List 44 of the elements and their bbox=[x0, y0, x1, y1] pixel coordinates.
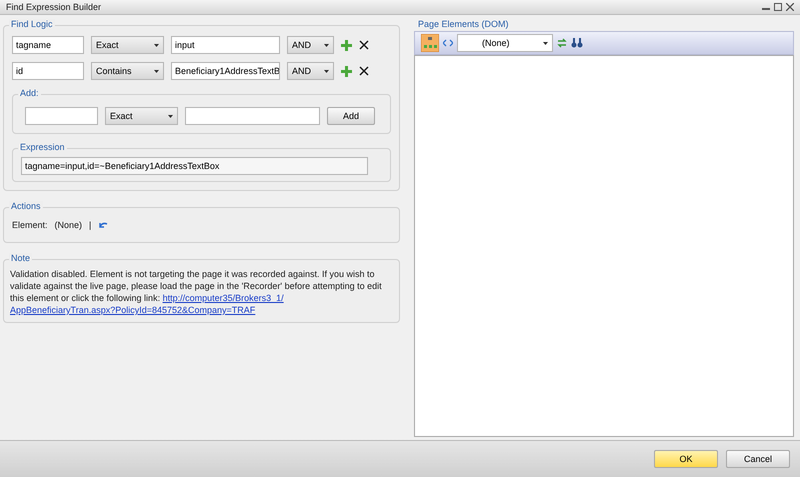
caret-icon bbox=[324, 70, 329, 72]
group-title: Actions bbox=[9, 201, 43, 211]
caret-icon bbox=[154, 70, 159, 72]
join-dropdown[interactable]: AND bbox=[287, 62, 334, 80]
ok-button[interactable]: OK bbox=[654, 450, 718, 468]
attribute-field[interactable] bbox=[25, 107, 98, 125]
group-title: Expression bbox=[18, 142, 67, 152]
attribute-field[interactable]: id bbox=[12, 62, 84, 80]
caret-icon bbox=[543, 42, 548, 44]
comparison-dropdown[interactable]: Exact bbox=[105, 107, 178, 125]
element-value: (None) bbox=[54, 220, 82, 230]
group-title: Note bbox=[9, 253, 32, 263]
value-field[interactable]: input bbox=[171, 36, 280, 54]
caret-icon bbox=[154, 44, 159, 46]
comparison-dropdown[interactable]: Exact bbox=[91, 36, 164, 54]
page-link[interactable]: http://computer35/Brokers3_1/ bbox=[162, 293, 284, 303]
attribute-field[interactable]: tagname bbox=[12, 36, 84, 54]
panel-title: Page Elements (DOM) bbox=[418, 19, 509, 29]
comparison-dropdown[interactable]: Contains bbox=[91, 62, 164, 80]
cancel-button[interactable]: Cancel bbox=[726, 450, 790, 468]
element-dropdown[interactable]: (None) bbox=[457, 34, 553, 52]
note-text: Validation disabled. Element is not targeting the page it was recorded against. If you wish to validate against the live page, please load the page in the 'Recorder' before attempting to edit this element or click the following link: http://computer35/Brokers3_1/ AppBeneficiaryTran.aspx?PolicyId=845752&Company=TRAF bbox=[10, 268, 383, 316]
undo-icon[interactable] bbox=[98, 220, 108, 230]
caret-icon bbox=[324, 44, 329, 46]
tree-icon[interactable] bbox=[421, 34, 439, 52]
group-title: Add: bbox=[18, 88, 41, 98]
value-field[interactable] bbox=[185, 107, 320, 125]
add-button[interactable]: Add bbox=[327, 107, 375, 125]
add-icon[interactable] bbox=[341, 40, 352, 50]
element-label: Element: bbox=[12, 220, 48, 230]
window-title: Find Expression Builder bbox=[6, 2, 102, 12]
code-icon[interactable] bbox=[443, 39, 453, 47]
group-title: Find Logic bbox=[9, 19, 55, 29]
close-icon[interactable] bbox=[786, 3, 794, 11]
refresh-icon[interactable] bbox=[557, 38, 567, 48]
join-dropdown[interactable]: AND bbox=[287, 36, 334, 54]
close-icon[interactable] bbox=[359, 40, 369, 50]
caret-icon bbox=[168, 114, 173, 118]
separator: | bbox=[89, 220, 92, 230]
add-icon[interactable] bbox=[341, 66, 352, 76]
close-icon[interactable] bbox=[359, 66, 369, 76]
page-link[interactable]: AppBeneficiaryTran.aspx?PolicyId=845752&Company=TRAF bbox=[10, 305, 256, 315]
maximize-icon[interactable] bbox=[774, 3, 782, 11]
expression-field[interactable]: tagname=input,id=~Beneficiary1AddressTextBox bbox=[21, 157, 368, 175]
